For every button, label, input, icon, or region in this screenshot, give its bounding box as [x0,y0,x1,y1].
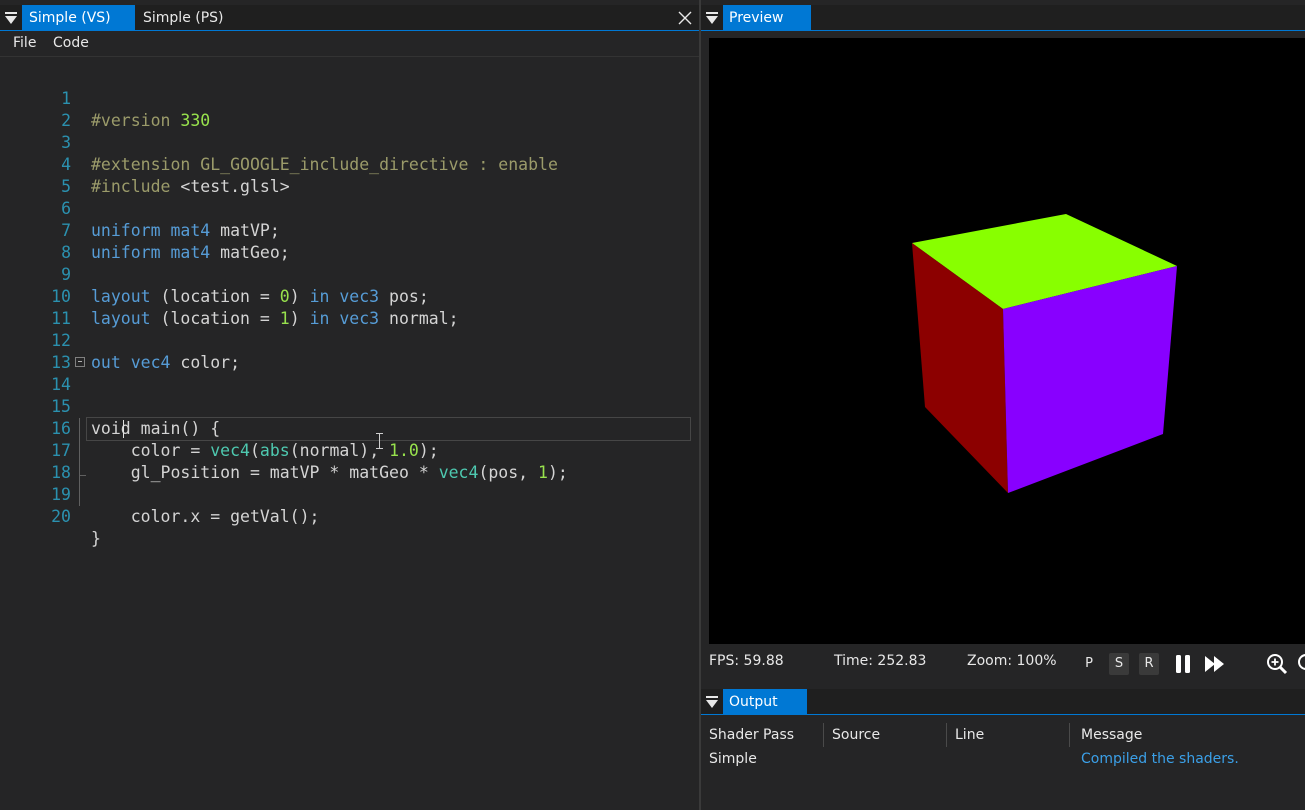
output-title-bar: Output [701,689,1305,715]
tab-simple-ps[interactable]: Simple (PS) [136,5,276,31]
zoom-in-icon[interactable] [1266,653,1288,675]
tab-simple-vs[interactable]: Simple (VS) [22,5,135,31]
shader-ide-window: Simple (VS) Simple (PS) File Code 1 #ver… [0,0,1305,810]
code-line: 6 uniform mat4 matVP; [0,176,698,240]
output-cell-pass: Simple [709,751,757,767]
code-line-text: color.x = getVal(); [91,507,320,526]
code-text-area[interactable]: 1 #version 330 2 3 #extension GL_GOOGLE_… [0,58,698,810]
pause-toggle-p[interactable]: P [1079,653,1099,675]
code-line: 20 [0,484,698,526]
panel-menu-icon[interactable] [705,12,719,24]
panel-menu-icon[interactable] [705,696,719,708]
code-editor-panel: Simple (VS) Simple (PS) File Code 1 #ver… [0,0,700,810]
zoom-out-icon[interactable] [1297,653,1305,675]
output-cell-source [824,747,832,771]
column-header-message[interactable]: Message [1073,723,1305,747]
code-line: 18 color.x = getVal(); [0,440,698,526]
fold-toggle-icon[interactable] [75,357,85,367]
close-icon[interactable] [677,10,693,26]
code-line: 10 layout (location = 1) in vec3 normal; [0,264,698,328]
tab-output[interactable]: Output [723,689,807,715]
output-cell-message[interactable]: Compiled the shaders. [1073,747,1239,771]
code-line: 14 void main() { [0,352,698,438]
code-line: 5 [0,154,698,196]
code-line: 16 gl_Position = matVP * matGeo * vec4(p… [0,396,698,482]
step-forward-icon[interactable] [1204,655,1226,673]
column-header-shader-pass[interactable]: Shader Pass [701,723,824,747]
code-line: 17 [0,418,698,484]
code-line: 7 uniform mat4 matGeo; [0,198,698,262]
code-line: 4 #include <test.glsl> [0,132,698,196]
toggle-s[interactable]: S [1109,653,1129,675]
editor-menu-bar: File Code [0,32,700,57]
menu-file[interactable]: File [13,35,36,51]
text-caret [123,420,124,438]
output-cell-line [947,747,955,771]
fold-end-guide [79,462,86,476]
code-line: 3 #extension GL_GOOGLE_include_directive… [0,110,698,174]
ibeam-cursor-icon [376,433,383,449]
preview-status-bar: FPS: 59.88 Time: 252.83 Zoom: 100% P S R [701,650,1305,678]
menu-code[interactable]: Code [53,35,89,51]
pause-icon[interactable] [1173,654,1193,674]
code-line: 11 [0,286,698,328]
code-line: 13 [0,330,698,372]
column-header-source[interactable]: Source [824,723,947,747]
zoom-readout: Zoom: 100% [967,653,1057,669]
panel-menu-icon[interactable] [4,12,18,24]
code-line: 8 [0,220,698,262]
code-line: 15 color = vec4(abs(normal), 1.0); [0,374,698,460]
code-line: 1 #version 330 [0,66,698,130]
render-viewport[interactable] [709,38,1305,644]
time-readout: Time: 252.83 [834,653,927,669]
output-panel: Output Shader Pass Source Line Message S… [701,689,1305,810]
code-line: 2 [0,88,698,130]
tab-preview[interactable]: Preview [723,5,811,31]
code-line: 19 } [0,462,698,548]
editor-tab-bar: Simple (VS) Simple (PS) [0,5,700,31]
fps-readout: FPS: 59.88 [709,653,784,669]
code-line-text: } [91,529,101,548]
code-line: 12 out vec4 color; [0,308,698,372]
toggle-r[interactable]: R [1139,653,1159,675]
column-header-line[interactable]: Line [947,723,1070,747]
line-number: 20 [51,507,71,526]
preview-title-bar: Preview [701,5,1305,31]
cube-render [912,214,1177,493]
code-line: 9 layout (location = 0) in vec3 pos; [0,242,698,306]
preview-panel: Preview FPS: 59.88 Time: 252.83 Zoom: 10… [701,0,1305,688]
